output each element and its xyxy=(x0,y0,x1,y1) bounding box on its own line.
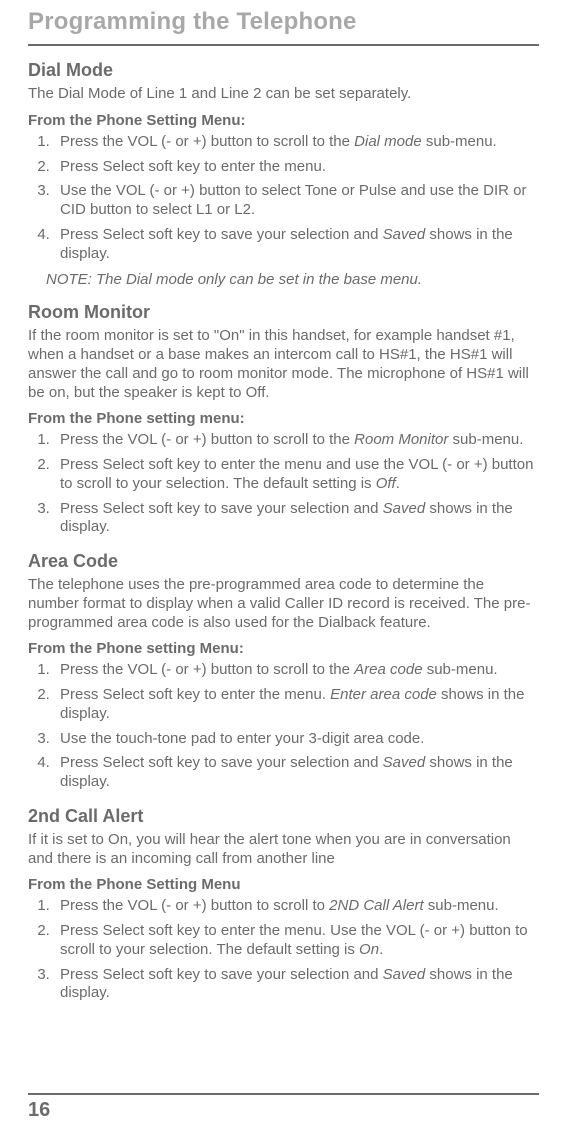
list-item: Press Select soft key to save your selec… xyxy=(54,966,539,1004)
list-item: Press the VOL (- or +) button to scroll … xyxy=(54,897,539,916)
step-em: Area code xyxy=(354,661,422,678)
list-item: Press Select soft key to enter the menu.… xyxy=(54,922,539,960)
step-text: Use the VOL (- or +) button to select To… xyxy=(60,182,527,218)
dial-mode-intro: The Dial Mode of Line 1 and Line 2 can b… xyxy=(28,85,539,104)
step-text: Press the VOL (- or +) button to scroll … xyxy=(60,661,354,678)
list-item: Press the VOL (- or +) button to scroll … xyxy=(54,661,539,680)
step-text: Use the touch-tone pad to enter your 3-d… xyxy=(60,730,424,747)
step-text: Press Select soft key to save your selec… xyxy=(60,754,383,771)
section-room-monitor-title: Room Monitor xyxy=(28,302,539,323)
step-text: Press the VOL (- or +) button to scroll … xyxy=(60,897,329,914)
step-em: Enter area code xyxy=(330,686,437,703)
list-item: Use the VOL (- or +) button to select To… xyxy=(54,182,539,220)
second-call-alert-steps: Press the VOL (- or +) button to scroll … xyxy=(28,897,539,1003)
step-text: Press Select soft key to save your selec… xyxy=(60,500,383,517)
step-post: . xyxy=(396,475,400,492)
list-item: Press Select soft key to save your selec… xyxy=(54,226,539,264)
section-dial-mode-title: Dial Mode xyxy=(28,60,539,81)
step-post: sub-menu. xyxy=(448,431,523,448)
list-item: Press Select soft key to save your selec… xyxy=(54,754,539,792)
list-item: Use the touch-tone pad to enter your 3-d… xyxy=(54,730,539,749)
step-text: Press the VOL (- or +) button to scroll … xyxy=(60,133,354,150)
step-em: Saved xyxy=(383,226,426,243)
step-em: Saved xyxy=(383,754,426,771)
step-text: Press Select soft key to enter the menu. xyxy=(60,158,326,175)
footer: 16 xyxy=(28,1075,539,1122)
step-post: sub-menu. xyxy=(423,661,498,678)
step-em: Room Monitor xyxy=(354,431,448,448)
step-post: sub-menu. xyxy=(424,897,499,914)
step-text: Press Select soft key to enter the menu.… xyxy=(60,922,528,958)
second-call-alert-sub: From the Phone Setting Menu xyxy=(28,876,539,893)
dial-mode-note: NOTE: The Dial mode only can be set in t… xyxy=(46,271,539,288)
step-text: Press Select soft key to enter the menu. xyxy=(60,686,330,703)
step-em: Off xyxy=(376,475,396,492)
top-rule xyxy=(28,44,539,46)
page: Programming the Telephone Dial Mode The … xyxy=(0,0,567,1136)
area-code-intro: The telephone uses the pre-programmed ar… xyxy=(28,576,539,632)
dial-mode-steps: Press the VOL (- or +) button to scroll … xyxy=(28,133,539,264)
bottom-rule xyxy=(28,1093,539,1095)
list-item: Press Select soft key to enter the menu. xyxy=(54,158,539,177)
section-second-call-alert-title: 2nd Call Alert xyxy=(28,806,539,827)
list-item: Press Select soft key to enter the menu … xyxy=(54,456,539,494)
area-code-sub: From the Phone setting Menu: xyxy=(28,640,539,657)
room-monitor-steps: Press the VOL (- or +) button to scroll … xyxy=(28,431,539,537)
step-post: . xyxy=(379,941,383,958)
step-text: Press Select soft key to save your selec… xyxy=(60,226,383,243)
step-post: sub-menu. xyxy=(422,133,497,150)
list-item: Press the VOL (- or +) button to scroll … xyxy=(54,431,539,450)
step-em: Saved xyxy=(383,500,426,517)
chapter-title: Programming the Telephone xyxy=(28,8,539,36)
step-em: 2ND Call Alert xyxy=(329,897,423,914)
room-monitor-sub: From the Phone setting menu: xyxy=(28,410,539,427)
list-item: Press Select soft key to enter the menu.… xyxy=(54,686,539,724)
page-number: 16 xyxy=(28,1099,539,1122)
room-monitor-intro: If the room monitor is set to "On" in th… xyxy=(28,327,539,402)
second-call-alert-intro: If it is set to On, you will hear the al… xyxy=(28,831,539,869)
step-em: Dial mode xyxy=(354,133,422,150)
area-code-steps: Press the VOL (- or +) button to scroll … xyxy=(28,661,539,792)
section-area-code-title: Area Code xyxy=(28,551,539,572)
step-em: On xyxy=(359,941,379,958)
list-item: Press the VOL (- or +) button to scroll … xyxy=(54,133,539,152)
step-text: Press Select soft key to save your selec… xyxy=(60,966,383,983)
step-text: Press the VOL (- or +) button to scroll … xyxy=(60,431,354,448)
step-em: Saved xyxy=(383,966,426,983)
list-item: Press Select soft key to save your selec… xyxy=(54,500,539,538)
dial-mode-sub: From the Phone Setting Menu: xyxy=(28,112,539,129)
step-text: Press Select soft key to enter the menu … xyxy=(60,456,533,492)
